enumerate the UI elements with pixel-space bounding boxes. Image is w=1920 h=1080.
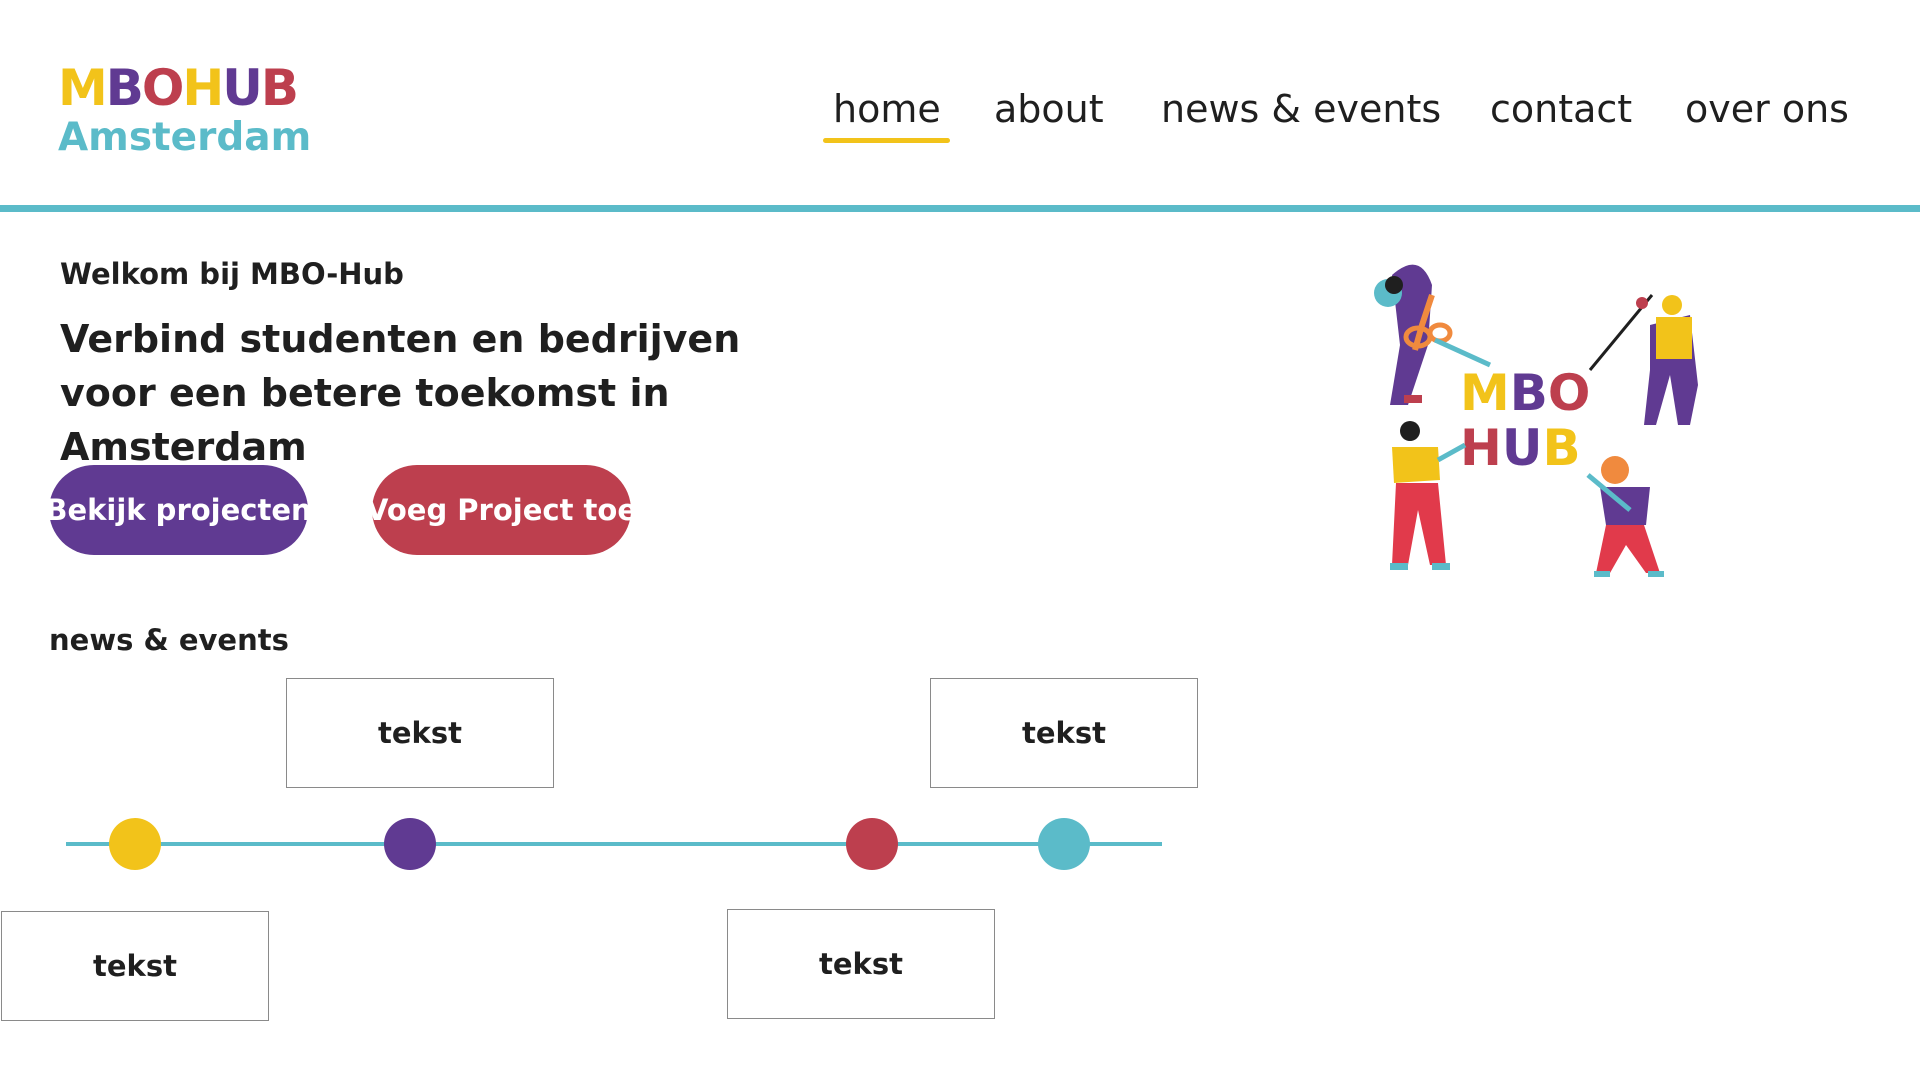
welcome-text: Welkom bij MBO-Hub bbox=[60, 257, 404, 291]
logo-amsterdam: Amsterdam bbox=[58, 115, 312, 160]
logo-letter: B bbox=[105, 59, 144, 117]
add-project-button[interactable]: Voeg Project toe bbox=[366, 465, 637, 555]
illustration-hub-text: HUB bbox=[1460, 419, 1581, 477]
timeline-dot-teal[interactable] bbox=[1038, 818, 1090, 870]
nav-home[interactable]: home bbox=[833, 86, 941, 132]
illustration-mbo-text: MBO bbox=[1460, 364, 1590, 422]
logo-letter: B bbox=[260, 59, 299, 117]
nav-over-ons[interactable]: over ons bbox=[1685, 86, 1849, 132]
header-divider bbox=[0, 205, 1920, 212]
hero-illustration: MBO HUB bbox=[1360, 255, 1700, 590]
hero-headline: Verbind studenten en bedrijven voor een … bbox=[60, 317, 741, 469]
event-box[interactable]: tekst bbox=[286, 678, 554, 788]
logo-letter: M bbox=[58, 59, 108, 117]
event-box[interactable]: tekst bbox=[727, 909, 995, 1019]
event-box[interactable]: tekst bbox=[1, 911, 269, 1021]
view-projects-button[interactable]: Bekijk projecten bbox=[45, 465, 312, 555]
nav-active-indicator bbox=[823, 138, 950, 143]
nav-about[interactable]: about bbox=[994, 86, 1104, 132]
logo-letter: U bbox=[222, 59, 263, 117]
nav-news-events[interactable]: news & events bbox=[1161, 86, 1441, 132]
timeline-dot-purple[interactable] bbox=[384, 818, 436, 870]
timeline-line bbox=[66, 842, 1162, 846]
event-box[interactable]: tekst bbox=[930, 678, 1198, 788]
logo-letter: H bbox=[182, 59, 224, 117]
timeline-dot-yellow[interactable] bbox=[109, 818, 161, 870]
logo-mbohub: MBOHUB bbox=[58, 62, 318, 114]
logo-letter: O bbox=[141, 59, 184, 117]
logo[interactable]: MBOHUB Amsterdam bbox=[58, 62, 318, 162]
workers-illustration-svg: MBO HUB bbox=[1374, 264, 1698, 577]
nav-contact[interactable]: contact bbox=[1490, 86, 1632, 132]
news-events-heading: news & events bbox=[49, 623, 289, 657]
figure-yellow-bottomleft bbox=[1392, 447, 1440, 483]
timeline-dot-red[interactable] bbox=[846, 818, 898, 870]
